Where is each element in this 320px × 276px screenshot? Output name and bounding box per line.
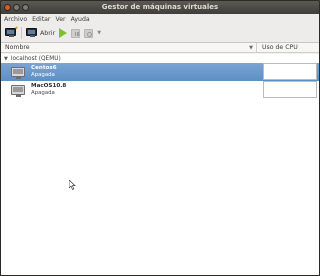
- chevron-down-icon[interactable]: ▼: [97, 30, 101, 36]
- play-icon[interactable]: [59, 28, 68, 38]
- menu-ver[interactable]: Ver: [55, 16, 65, 23]
- menu-ayuda[interactable]: Ayuda: [71, 16, 90, 23]
- connection-label: localhost (QEMU): [10, 55, 61, 62]
- pause-icon[interactable]: [71, 28, 81, 38]
- column-cpu-header[interactable]: Uso de CPU: [257, 44, 319, 51]
- new-vm-button[interactable]: ✦: [5, 26, 19, 38]
- power-icon[interactable]: [84, 28, 94, 38]
- toolbar: ✦ Abrir ▼: [1, 24, 319, 43]
- vm-status: Apagada: [31, 72, 55, 78]
- column-name-label: Nombre: [5, 44, 30, 51]
- open-button[interactable]: Abrir: [26, 28, 55, 38]
- menu-editar[interactable]: Editar: [32, 16, 50, 23]
- app-window: Gestor de máquinas virtuales Archivo Edi…: [0, 0, 320, 276]
- vm-row-centos6[interactable]: Centos6 Apagada: [1, 63, 319, 81]
- sort-chevron-down-icon: ▼: [249, 44, 253, 51]
- vm-name: Centos6: [31, 65, 57, 71]
- vm-name: MacOS10.8: [31, 83, 67, 89]
- toolbar-separator: [21, 27, 22, 39]
- list-header: Nombre ▼ Uso de CPU: [1, 43, 319, 53]
- open-button-label: Abrir: [40, 29, 56, 37]
- connection-row[interactable]: ▼ localhost (QEMU): [1, 54, 319, 63]
- vm-monitor-icon: [11, 67, 25, 79]
- menu-bar: Archivo Editar Ver Ayuda: [1, 14, 319, 24]
- vm-monitor-icon: [11, 85, 25, 97]
- window-title: Gestor de máquinas virtuales: [101, 3, 219, 11]
- cpu-usage-graph: [263, 81, 317, 98]
- title-bar[interactable]: Gestor de máquinas virtuales: [1, 1, 319, 14]
- expander-chevron-down-icon[interactable]: ▼: [4, 56, 8, 62]
- column-name-header[interactable]: Nombre ▼: [1, 43, 257, 52]
- vm-status: Apagada: [31, 90, 55, 96]
- open-vm-icon: [26, 28, 38, 38]
- cpu-usage-graph: [263, 63, 317, 80]
- menu-archivo[interactable]: Archivo: [4, 16, 27, 23]
- vm-list[interactable]: ▼ localhost (QEMU) Centos6 Apagada MacOS…: [1, 54, 319, 275]
- vm-row-macos[interactable]: MacOS10.8 Apagada: [1, 81, 319, 99]
